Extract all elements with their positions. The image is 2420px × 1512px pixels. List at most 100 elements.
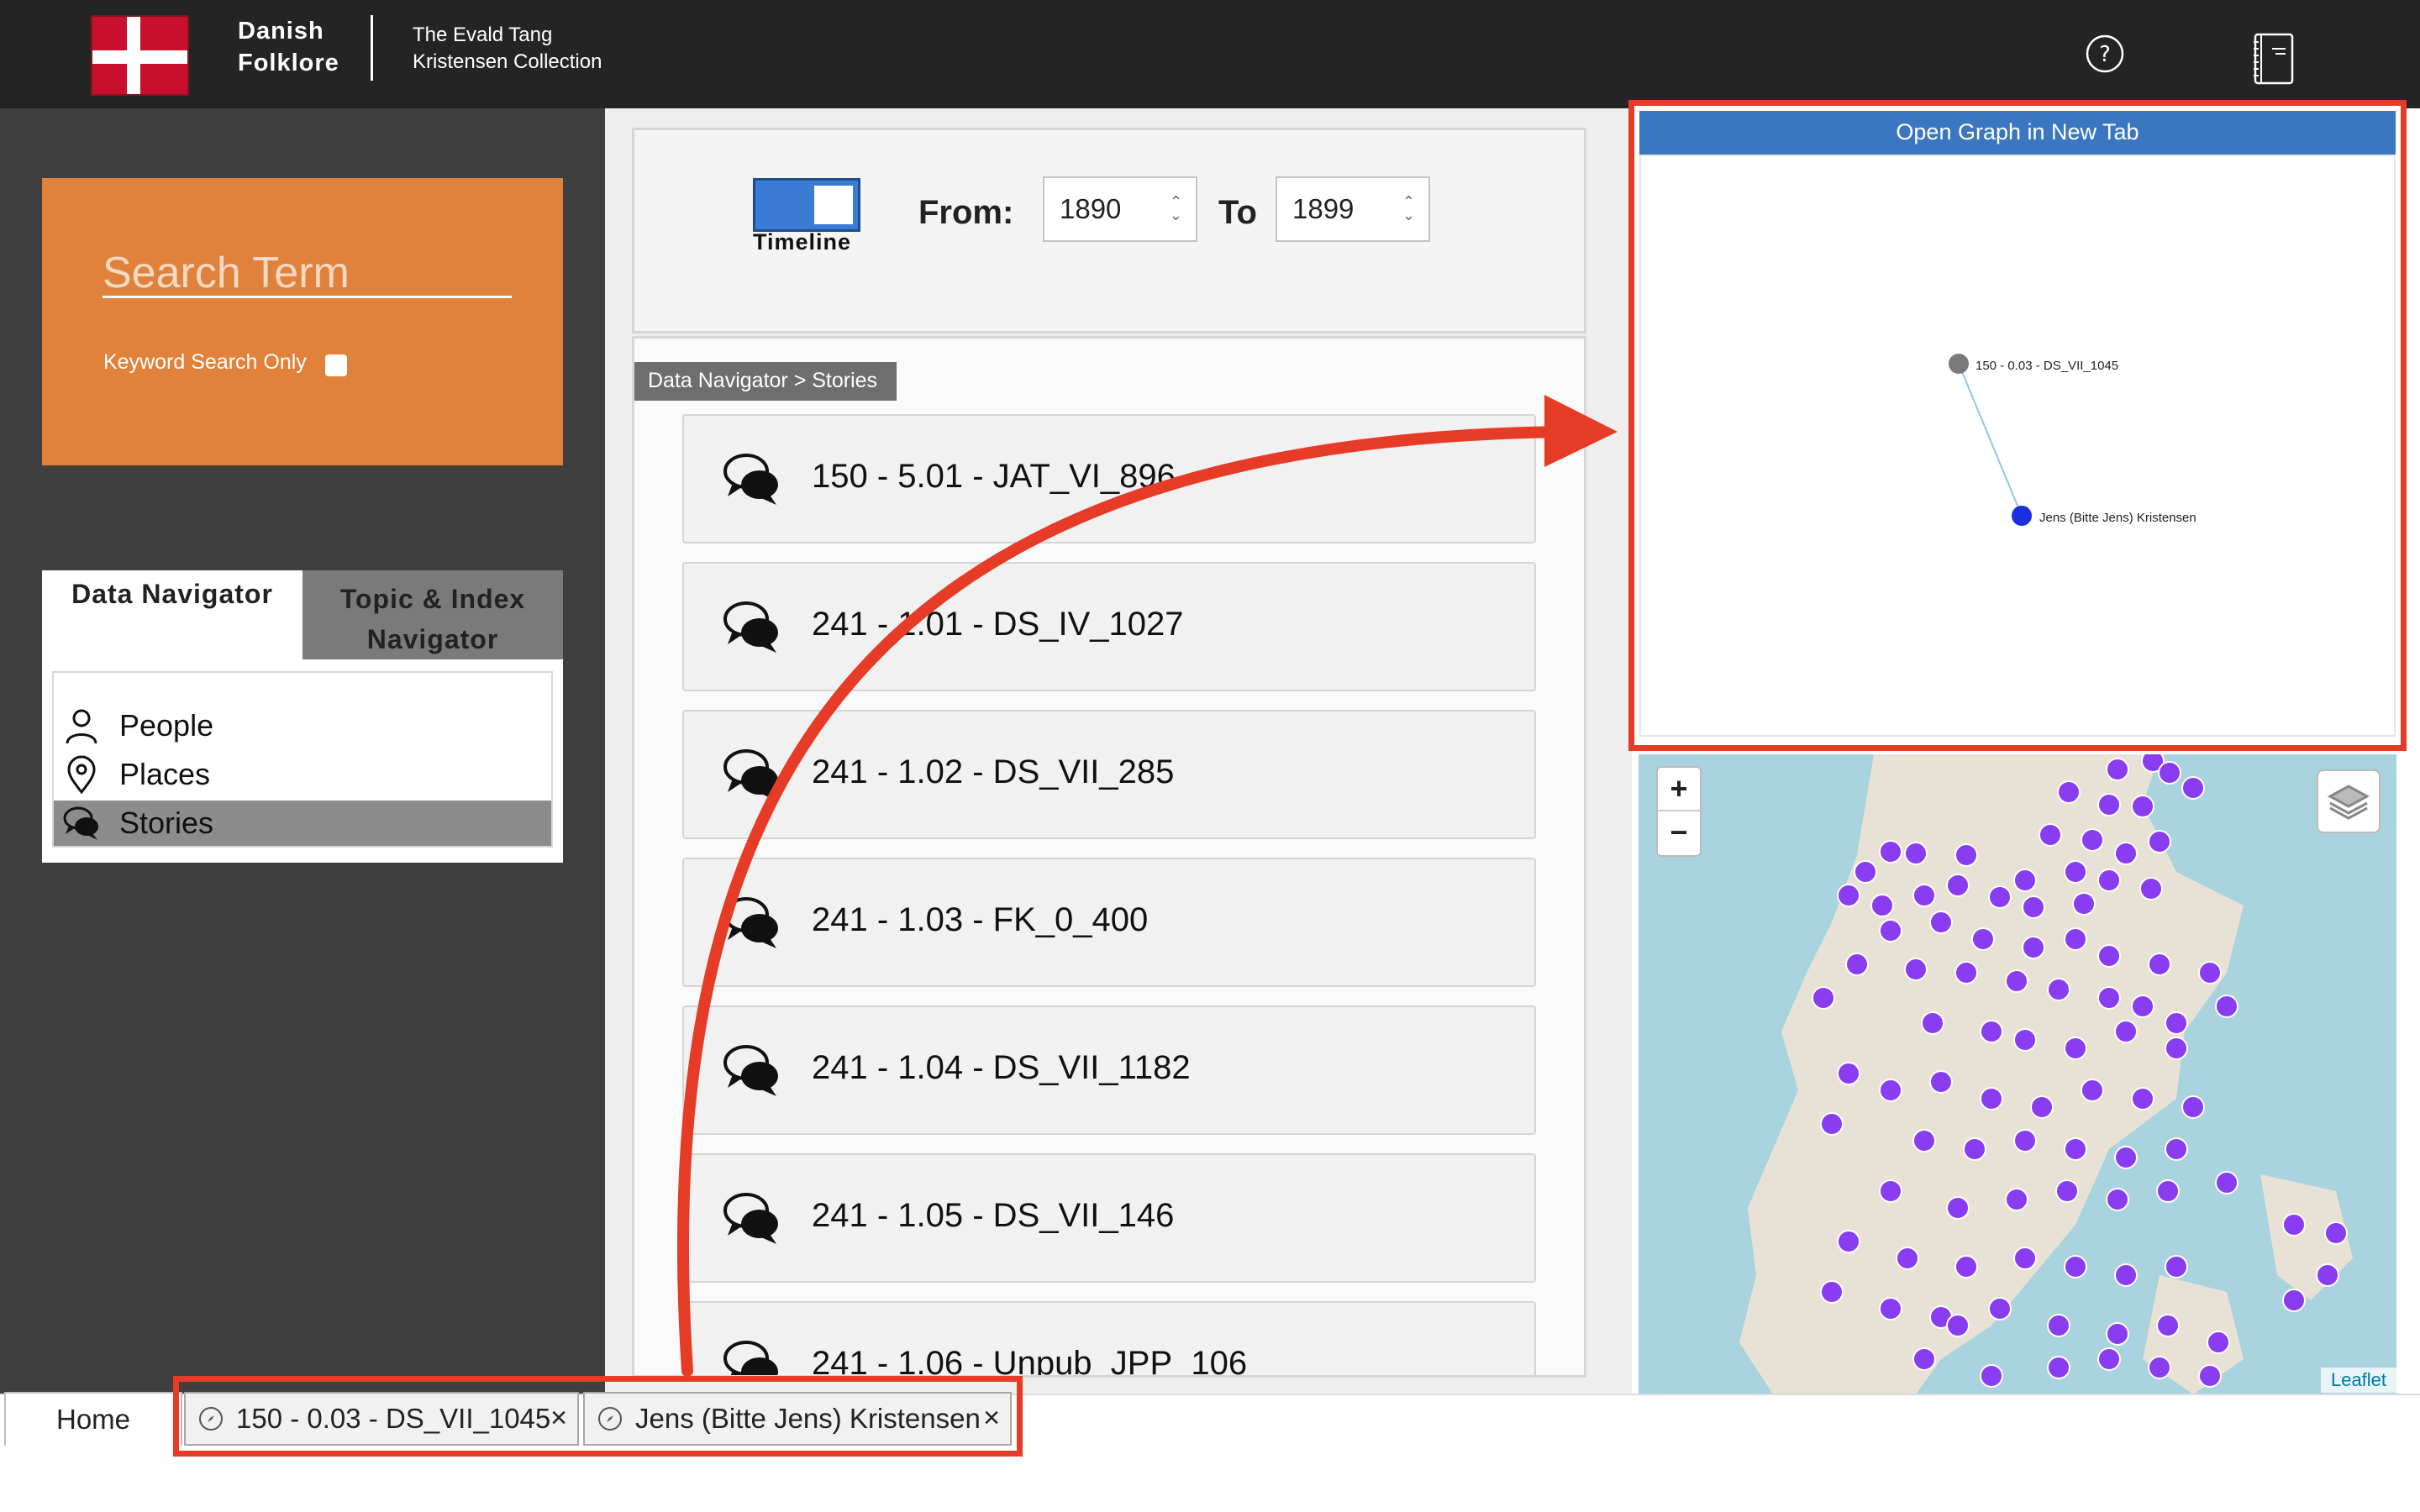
nav-item-places[interactable]: Places bbox=[54, 752, 551, 797]
tab-topic-index-navigator[interactable]: Topic & Index Navigator bbox=[302, 570, 563, 659]
help-icon[interactable]: ? bbox=[2085, 34, 2125, 74]
map-marker[interactable] bbox=[2013, 1129, 2037, 1152]
map-marker[interactable] bbox=[1845, 953, 1869, 976]
map-marker[interactable] bbox=[1837, 1230, 1860, 1253]
map-marker[interactable] bbox=[2282, 1289, 2306, 1312]
map-marker[interactable] bbox=[1929, 1070, 1953, 1094]
map-marker[interactable] bbox=[2064, 1037, 2087, 1060]
map-marker[interactable] bbox=[2081, 1079, 2104, 1102]
zoom-out-button[interactable]: − bbox=[1658, 811, 1700, 855]
danish-flag-icon[interactable] bbox=[91, 15, 189, 96]
map-marker[interactable] bbox=[2316, 1263, 2339, 1287]
map-marker[interactable] bbox=[2047, 1356, 2070, 1379]
map-marker[interactable] bbox=[2165, 1011, 2188, 1035]
site-brand[interactable]: Danish Folklore bbox=[238, 15, 339, 79]
map-marker[interactable] bbox=[2215, 1171, 2238, 1194]
map-marker[interactable] bbox=[2165, 1037, 2188, 1060]
map-marker[interactable] bbox=[2324, 1221, 2348, 1245]
map-marker[interactable] bbox=[2148, 830, 2171, 853]
map-marker[interactable] bbox=[1879, 1079, 1902, 1102]
map-marker[interactable] bbox=[1904, 958, 1928, 981]
home-tab[interactable]: Home bbox=[4, 1392, 182, 1446]
map-marker[interactable] bbox=[1820, 1280, 1844, 1304]
map-marker[interactable] bbox=[1854, 860, 1877, 884]
map-marker[interactable] bbox=[1820, 1112, 1844, 1136]
map-marker[interactable] bbox=[1912, 1347, 1936, 1371]
story-card[interactable]: 241 - 1.05 - DS_VII_146 bbox=[682, 1153, 1536, 1283]
map-marker[interactable] bbox=[1912, 1129, 1936, 1152]
map-marker[interactable] bbox=[2022, 895, 2045, 919]
map-marker[interactable] bbox=[2148, 953, 2171, 976]
map-marker[interactable] bbox=[2114, 1146, 2138, 1169]
graph-node[interactable] bbox=[1949, 354, 1969, 374]
from-year-input[interactable]: 1890 ⌃ ⌄ bbox=[1043, 176, 1197, 242]
map-marker[interactable] bbox=[1946, 874, 1970, 897]
map-marker[interactable] bbox=[1963, 1137, 1986, 1161]
map-marker[interactable] bbox=[1980, 1364, 2003, 1388]
map-marker[interactable] bbox=[1980, 1087, 2003, 1110]
map-marker[interactable] bbox=[2013, 1247, 2037, 1270]
map-marker[interactable] bbox=[2030, 1095, 2054, 1119]
map-marker[interactable] bbox=[1921, 1011, 1944, 1035]
year-spinner-icon[interactable]: ⌃ ⌄ bbox=[1402, 194, 1415, 223]
zoom-in-button[interactable]: + bbox=[1658, 768, 1700, 811]
map-marker[interactable] bbox=[1954, 843, 1978, 867]
map-marker[interactable] bbox=[2064, 860, 2087, 884]
to-year-input[interactable]: 1899 ⌃ ⌄ bbox=[1276, 176, 1430, 242]
year-spinner-icon[interactable]: ⌃ ⌄ bbox=[1170, 194, 1182, 223]
map-marker[interactable] bbox=[1837, 1062, 1860, 1085]
map-view[interactable] bbox=[1639, 754, 2396, 1394]
graph-node[interactable] bbox=[2012, 506, 2032, 526]
map-marker[interactable] bbox=[1879, 919, 1902, 942]
map-marker[interactable] bbox=[2181, 776, 2205, 800]
map-marker[interactable] bbox=[1988, 1297, 2012, 1320]
map-marker[interactable] bbox=[2064, 1137, 2087, 1161]
map-marker[interactable] bbox=[2097, 793, 2121, 816]
map-marker[interactable] bbox=[2047, 978, 2070, 1001]
timeline-toggle[interactable] bbox=[753, 178, 860, 232]
map-marker[interactable] bbox=[2156, 1179, 2180, 1203]
map-marker[interactable] bbox=[1988, 885, 2012, 909]
map-marker[interactable] bbox=[2097, 869, 2121, 892]
map-marker[interactable] bbox=[1946, 1196, 1970, 1220]
map-marker[interactable] bbox=[2148, 1356, 2171, 1379]
map-marker[interactable] bbox=[2106, 758, 2129, 781]
story-card[interactable]: 241 - 1.02 - DS_VII_285 bbox=[682, 710, 1536, 839]
map-marker[interactable] bbox=[1879, 840, 1902, 864]
map-marker[interactable] bbox=[2081, 828, 2104, 852]
map-marker[interactable] bbox=[2097, 986, 2121, 1010]
map-marker[interactable] bbox=[1837, 884, 1860, 907]
book-icon[interactable] bbox=[2252, 32, 2296, 86]
map-marker[interactable] bbox=[2064, 927, 2087, 951]
map-marker[interactable] bbox=[1971, 927, 1995, 951]
map-marker[interactable] bbox=[2114, 1263, 2138, 1287]
nav-item-stories[interactable]: Stories bbox=[54, 801, 551, 846]
map-marker[interactable] bbox=[2047, 1314, 2070, 1337]
map-marker[interactable] bbox=[2097, 944, 2121, 968]
map-marker[interactable] bbox=[2131, 1087, 2154, 1110]
keyword-search-checkbox[interactable] bbox=[325, 354, 347, 376]
map-marker[interactable] bbox=[2055, 1179, 2079, 1203]
map-marker[interactable] bbox=[1912, 884, 1936, 907]
map-marker[interactable] bbox=[1954, 961, 1978, 984]
open-graph-button[interactable]: Open Graph in New Tab bbox=[1639, 111, 2396, 155]
graph-canvas[interactable]: 150 - 0.03 - DS_VII_1045 Jens (Bitte Jen… bbox=[1641, 156, 2397, 738]
map-marker[interactable] bbox=[1896, 1247, 1919, 1270]
layers-button[interactable] bbox=[2317, 769, 2381, 833]
map-marker[interactable] bbox=[2131, 995, 2154, 1018]
map-marker[interactable] bbox=[2106, 1188, 2129, 1211]
map-marker[interactable] bbox=[1904, 842, 1928, 865]
map-marker[interactable] bbox=[1980, 1020, 2003, 1043]
map-marker[interactable] bbox=[1929, 911, 1953, 934]
map-marker[interactable] bbox=[2158, 761, 2181, 785]
network-graph[interactable]: 150 - 0.03 - DS_VII_1045 Jens (Bitte Jen… bbox=[1639, 155, 2396, 737]
map-marker[interactable] bbox=[1812, 986, 1835, 1010]
story-card[interactable]: 241 - 1.04 - DS_VII_1182 bbox=[682, 1005, 1536, 1135]
story-card[interactable]: 150 - 5.01 - JAT_VI_896 bbox=[682, 414, 1536, 543]
story-card[interactable]: 241 - 1.03 - FK_0_400 bbox=[682, 858, 1536, 987]
map-marker[interactable] bbox=[2131, 795, 2154, 818]
map-marker[interactable] bbox=[2165, 1137, 2188, 1161]
map-marker[interactable] bbox=[2039, 823, 2062, 847]
map-marker[interactable] bbox=[1946, 1314, 1970, 1337]
tab-data-navigator[interactable]: Data Navigator bbox=[42, 570, 302, 659]
